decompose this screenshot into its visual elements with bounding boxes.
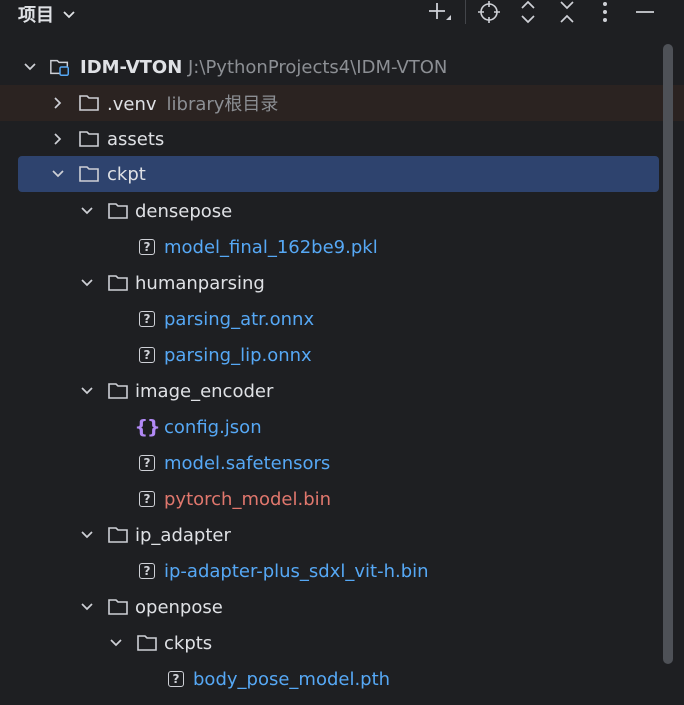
tree-label: model_final_162be9.pkl	[164, 236, 378, 258]
folder-icon	[107, 273, 129, 293]
tree-label: densepose	[135, 200, 233, 222]
tree-label: openpose	[135, 596, 223, 618]
tree-label: ip_adapter	[135, 524, 231, 546]
tree-row-ckpts[interactable]: ckpts	[0, 625, 660, 661]
unknown-file-icon: ?	[136, 309, 158, 329]
module-folder-icon	[49, 57, 71, 77]
tree-row-file[interactable]: ? model.safetensors	[0, 445, 660, 481]
tree-label: parsing_atr.onnx	[164, 308, 315, 330]
folder-icon	[107, 597, 129, 617]
chevron-down-icon[interactable]	[50, 166, 66, 182]
tree-row-file[interactable]: ? model_final_162be9.pkl	[0, 229, 660, 265]
tree-label: config.json	[164, 416, 262, 438]
folder-icon	[78, 164, 100, 184]
tree-label: pytorch_model.bin	[164, 488, 332, 510]
folder-icon	[107, 201, 129, 221]
folder-icon	[136, 633, 158, 653]
json-file-icon: {}	[134, 416, 160, 438]
folder-name: .venv	[107, 94, 157, 115]
tree-row-file[interactable]: {} config.json	[0, 409, 660, 445]
chevron-down-icon	[62, 4, 76, 25]
expand-all-icon[interactable]	[515, 0, 541, 24]
tree-row-image-encoder[interactable]: image_encoder	[0, 373, 660, 409]
chevron-right-icon[interactable]	[50, 95, 66, 111]
collapse-all-icon[interactable]	[554, 0, 580, 24]
tree-row-densepose[interactable]: densepose	[0, 193, 660, 229]
chevron-down-icon[interactable]	[79, 383, 95, 399]
add-icon[interactable]	[426, 0, 452, 24]
project-view-dropdown[interactable]: 项目	[18, 1, 76, 27]
tree-label: IDM-VTON	[80, 56, 183, 78]
minimize-icon[interactable]	[632, 0, 658, 24]
tree-row-venv[interactable]: .venv library根目录	[0, 85, 684, 121]
locate-icon[interactable]	[476, 0, 502, 24]
tree-label: ckpts	[164, 632, 213, 654]
project-tool-window-header: 项目	[0, 0, 684, 26]
root-path: J:\PythonProjects4\IDM-VTON	[188, 56, 448, 78]
tree-row-assets[interactable]: assets	[0, 121, 660, 157]
unknown-file-icon: ?	[136, 237, 158, 257]
unknown-file-icon: ?	[165, 669, 187, 689]
more-icon[interactable]	[592, 0, 618, 24]
tree-label: model.safetensors	[164, 452, 331, 474]
tree-row-file[interactable]: ? pytorch_model.bin	[0, 481, 660, 517]
tree-row-file[interactable]: ? ip-adapter-plus_sdxl_vit-h.bin	[0, 553, 660, 589]
tree-label: parsing_lip.onnx	[164, 344, 312, 366]
tree-label: ip-adapter-plus_sdxl_vit-h.bin	[164, 560, 429, 582]
library-root-hint: library根目录	[166, 94, 279, 115]
tree-label: body_pose_model.pth	[193, 668, 391, 690]
chevron-down-icon[interactable]	[79, 527, 95, 543]
folder-icon	[78, 129, 100, 149]
chevron-down-icon[interactable]	[22, 59, 38, 75]
tree-row-ip-adapter[interactable]: ip_adapter	[0, 517, 660, 553]
tree-label: assets	[107, 128, 165, 150]
project-view-title: 项目	[18, 5, 54, 26]
chevron-down-icon[interactable]	[108, 635, 124, 651]
unknown-file-icon: ?	[136, 489, 158, 509]
vertical-scrollbar[interactable]	[663, 44, 673, 664]
folder-icon	[78, 93, 100, 113]
chevron-down-icon[interactable]	[79, 203, 95, 219]
tree-row-root[interactable]: IDM-VTON J:\PythonProjects4\IDM-VTON	[0, 49, 660, 85]
tree-label: ckpt	[107, 163, 146, 185]
unknown-file-icon: ?	[136, 453, 158, 473]
folder-icon	[107, 381, 129, 401]
folder-icon	[107, 525, 129, 545]
chevron-right-icon[interactable]	[50, 131, 66, 147]
unknown-file-icon: ?	[136, 561, 158, 581]
toolbar-separator	[465, 0, 466, 24]
tree-label: humanparsing	[135, 272, 265, 294]
chevron-down-icon[interactable]	[79, 599, 95, 615]
tree-row-ckpt[interactable]: ckpt	[18, 156, 659, 192]
tree-row-file[interactable]: ? parsing_atr.onnx	[0, 301, 660, 337]
tree-row-file[interactable]: ? parsing_lip.onnx	[0, 337, 660, 373]
tree-row-humanparsing[interactable]: humanparsing	[0, 265, 660, 301]
tree-row-openpose[interactable]: openpose	[0, 589, 660, 625]
tree-label: .venv library根目录	[107, 90, 278, 116]
tree-row-file[interactable]: ? body_pose_model.pth	[0, 661, 660, 697]
unknown-file-icon: ?	[136, 345, 158, 365]
chevron-down-icon[interactable]	[79, 275, 95, 291]
tree-label: image_encoder	[135, 380, 274, 402]
